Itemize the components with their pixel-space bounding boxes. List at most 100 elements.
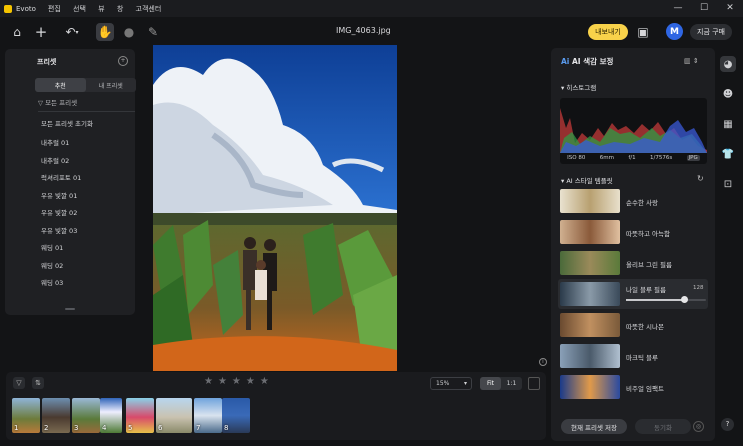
panel-resize-handle[interactable]	[65, 308, 75, 310]
histogram-section[interactable]: ▾ 히스토그램	[561, 82, 596, 92]
style-template-item[interactable]: 따뜻하고 아늑함	[558, 217, 708, 247]
crop-icon[interactable]: ⊡	[720, 176, 736, 192]
add-preset-icon[interactable]: +	[118, 56, 128, 66]
menu-window[interactable]: 창	[117, 5, 123, 13]
export-button[interactable]: 내보내기	[588, 24, 628, 40]
fit-toggle: Fit 1:1	[480, 377, 522, 390]
style-label: 순수한 사랑	[626, 199, 658, 207]
style-thumbnail	[560, 251, 620, 275]
preset-item[interactable]: 웨딩 03	[41, 277, 63, 287]
pen-tool-icon[interactable]: ✎	[144, 23, 162, 41]
thumbnail[interactable]: 7	[194, 398, 222, 433]
preset-item[interactable]: 웨딩 01	[41, 242, 63, 252]
style-template-item[interactable]: 비주얼 임팩트	[558, 372, 708, 402]
panel-title: Ai AI 색감 보정	[561, 56, 613, 67]
toolbar: ⌂ + ↶ ▾ ✋ ● ✎ IMG_4063.jpg 내보내기 ▣ M 지금 구매	[0, 17, 743, 48]
slider-fill	[626, 299, 684, 301]
preset-item[interactable]: 웨딩 02	[41, 260, 63, 270]
fit-button[interactable]: Fit	[480, 377, 501, 390]
exif-info: ISO 80 6mm f/1 1/7576s JPG	[560, 155, 707, 161]
preset-item[interactable]: 럭셔리포토 01	[41, 172, 81, 182]
actual-size-button[interactable]: 1:1	[501, 377, 522, 390]
tab-my-presets[interactable]: 내 프리셋	[86, 78, 137, 92]
histogram-title: 히스토그램	[566, 84, 597, 92]
background-icon[interactable]: ▦	[720, 116, 736, 132]
preset-item[interactable]: 우유 빛깔 03	[41, 225, 77, 235]
hand-tool-icon[interactable]: ✋	[96, 23, 114, 41]
exif-format: JPG	[686, 155, 700, 161]
style-label: 마크틱 블루	[626, 354, 658, 362]
preset-filter[interactable]: ▽ 모든 프리셋	[38, 97, 77, 107]
compare-view-icon[interactable]	[528, 377, 540, 390]
undo-icon[interactable]: ↶ ▾	[60, 23, 84, 41]
ai-color-panel: Ai AI 색감 보정 ▥ ⇕ ▾ 히스토그램 ISO 80 6mm f/1 1…	[551, 48, 715, 441]
style-thumbnail	[560, 282, 620, 306]
close-button[interactable]: ✕	[717, 0, 743, 17]
zoom-select[interactable]: 15% ▾	[430, 377, 472, 390]
thumbnail[interactable]: 1	[12, 398, 40, 433]
menu-support[interactable]: 고객센터	[136, 5, 162, 13]
style-label: 나일 블루 필름	[626, 286, 667, 294]
thumbnail-number: 7	[196, 424, 201, 432]
style-template-item-active[interactable]: 나일 블루 필름 128	[558, 279, 708, 309]
preset-item[interactable]: 내추럴 02	[41, 155, 69, 165]
add-icon[interactable]: +	[32, 23, 50, 41]
filter-icon[interactable]: ▽	[13, 377, 25, 389]
style-thumbnail	[560, 220, 620, 244]
sync-settings-icon[interactable]: ◎	[693, 421, 704, 432]
menu-select[interactable]: 선택	[73, 5, 86, 13]
home-icon[interactable]: ⌂	[8, 23, 26, 41]
save-preset-button[interactable]: 현재 프리셋 저장	[561, 419, 627, 434]
style-template-item[interactable]: 따뜻한 시나몬	[558, 310, 708, 340]
slider-knob[interactable]	[680, 296, 688, 303]
thumbnail[interactable]: 4	[100, 398, 122, 433]
main-photo[interactable]	[153, 45, 397, 371]
style-template-item[interactable]: 올리브 그린 필름	[558, 248, 708, 278]
compare-panel-icon[interactable]: ▣	[634, 23, 652, 41]
menu-view[interactable]: 뷰	[98, 5, 104, 13]
star-rating[interactable]: ★★★★★	[204, 376, 274, 387]
style-thumbnail	[560, 375, 620, 399]
evoto-logo-icon	[4, 4, 12, 13]
title-bar: Evoto 편집 선택 뷰 창 고객센터 — ☐ ✕	[0, 0, 743, 17]
style-template-item[interactable]: 순수한 사랑	[558, 186, 708, 216]
thumbnail[interactable]: 2	[42, 398, 70, 433]
preset-item[interactable]: 우유 빛깔 02	[41, 207, 77, 217]
preset-item[interactable]: 우유 빛깔 01	[41, 190, 77, 200]
color-palette-icon[interactable]: ◕	[720, 56, 736, 72]
thumbnail[interactable]: 6	[156, 398, 192, 433]
thumbnail-number: 5	[128, 424, 133, 432]
face-retouch-icon[interactable]: ☻	[720, 86, 736, 102]
thumbnail[interactable]: 3	[72, 398, 100, 433]
minimize-button[interactable]: —	[665, 0, 691, 17]
exif-aperture: f/1	[628, 155, 636, 161]
help-icon[interactable]: ?	[721, 418, 734, 431]
maximize-button[interactable]: ☐	[691, 0, 717, 17]
style-label: 비주얼 임팩트	[626, 385, 664, 393]
thumbnail[interactable]: 5	[126, 398, 154, 433]
refresh-icon[interactable]: ↻	[697, 174, 704, 183]
menu-bar: 편집 선택 뷰 창 고객센터	[48, 4, 171, 14]
style-template-item[interactable]: 마크틱 블루	[558, 341, 708, 371]
menu-edit[interactable]: 편집	[48, 5, 61, 13]
thumbnail[interactable]: 8	[222, 398, 250, 433]
style-label: 따뜻하고 아늑함	[626, 230, 670, 238]
avatar[interactable]: M	[666, 23, 683, 40]
zoom-value: 15%	[436, 380, 450, 387]
sort-icon[interactable]: ⇅	[32, 377, 44, 389]
thumbnail-number: 1	[14, 424, 19, 432]
clothing-icon[interactable]: 👕	[720, 146, 736, 162]
buy-now-button[interactable]: 지금 구매	[690, 24, 732, 40]
style-template-section[interactable]: ▾ AI 스타일 템플릿	[561, 175, 613, 185]
panel-title-text: AI 색감 보정	[572, 57, 614, 66]
preset-item[interactable]: 내추럴 01	[41, 137, 69, 147]
exif-shutter: 1/7576s	[649, 155, 673, 161]
tab-recommended[interactable]: 추천	[35, 78, 86, 92]
preset-item[interactable]: 모든 프리셋 초기화	[41, 118, 93, 128]
panel-layout-icon[interactable]: ▥ ⇕	[684, 57, 699, 65]
info-icon[interactable]: i	[539, 358, 547, 366]
brush-tool-icon[interactable]: ●	[120, 23, 138, 41]
style-template-title: AI 스타일 템플릿	[566, 177, 613, 185]
style-intensity-slider[interactable]	[626, 296, 706, 303]
sync-button[interactable]: 동기화	[635, 419, 691, 434]
